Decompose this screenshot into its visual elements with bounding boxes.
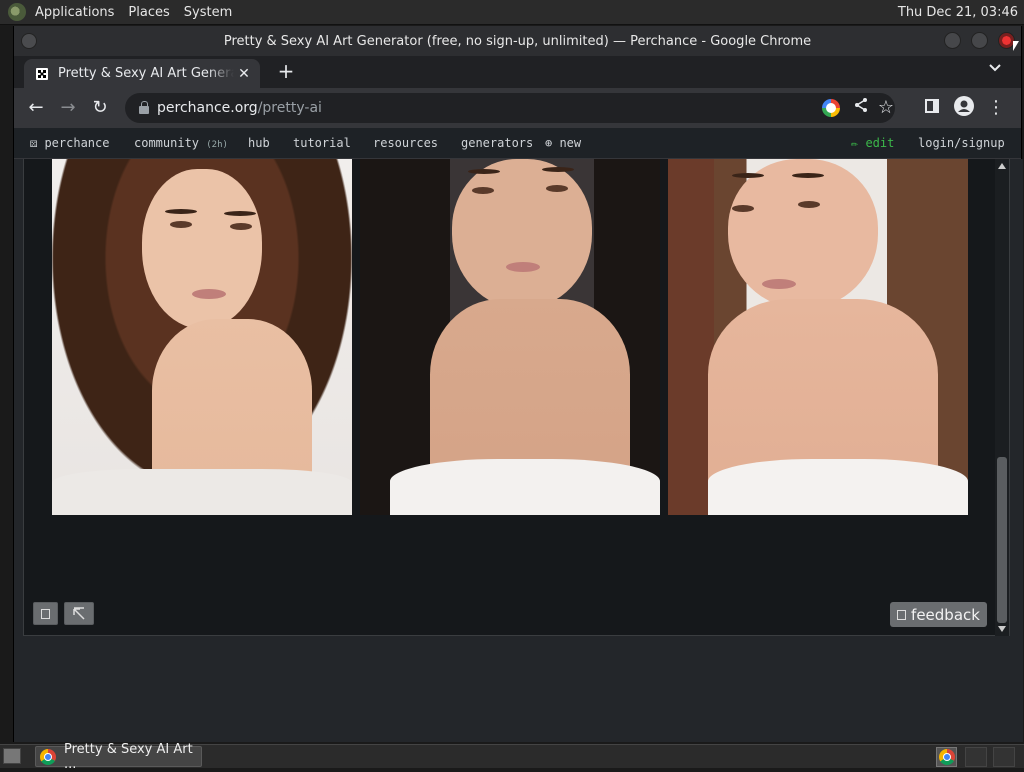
reload-button[interactable]: ↻ xyxy=(88,96,112,120)
bottom-taskbar: Pretty & Sexy AI Art ... xyxy=(0,742,1024,772)
window-menu-button[interactable] xyxy=(21,33,37,49)
google-lens-icon[interactable] xyxy=(822,99,840,117)
back-button[interactable]: ← xyxy=(24,96,48,120)
browser-toolbar: ← → ↻ perchance.org/pretty-ai ☆ ⋮ xyxy=(14,88,1021,128)
maximize-button[interactable] xyxy=(971,32,988,49)
tab-title: Pretty & Sexy AI Art Generator (free, no… xyxy=(58,66,234,81)
tab-close-icon[interactable]: ✕ xyxy=(234,66,254,82)
chrome-tray-glyph-icon xyxy=(938,749,955,765)
forward-button[interactable]: → xyxy=(56,96,80,120)
bookmark-star-icon[interactable]: ☆ xyxy=(874,96,898,120)
generated-image-3[interactable] xyxy=(668,159,968,515)
chrome-icon xyxy=(40,748,56,765)
tray-chrome-icon[interactable] xyxy=(936,747,957,767)
side-panel-icon[interactable] xyxy=(920,96,944,120)
url-path: /pretty-ai xyxy=(257,100,322,116)
share-glyph-icon xyxy=(855,98,867,112)
chrome-menu-button[interactable]: ⋮ xyxy=(984,96,1008,120)
page-content: feedback xyxy=(14,159,1023,742)
plus-circle-icon: ⊕ xyxy=(545,136,560,150)
nav-perchance-home[interactable]: ⚄ perchance xyxy=(30,136,109,150)
perchance-favicon-icon xyxy=(36,67,48,80)
scroll-up-icon[interactable] xyxy=(998,163,1006,169)
chevron-down-icon xyxy=(989,64,1001,72)
places-menu[interactable]: Places xyxy=(121,0,176,25)
frame-scrollbar[interactable] xyxy=(995,159,1009,636)
fullscreen-button[interactable] xyxy=(33,602,58,625)
system-menu[interactable]: System xyxy=(177,0,239,25)
site-nav: ⚄ perchance community (2h) hub tutorial … xyxy=(14,128,1021,158)
nav-community[interactable]: community (2h) xyxy=(134,136,228,150)
window-titlebar[interactable]: Pretty & Sexy AI Art Generator (free, no… xyxy=(14,26,1021,56)
taskbar-chrome-window[interactable]: Pretty & Sexy AI Art ... xyxy=(35,742,202,772)
collapse-button[interactable] xyxy=(64,602,94,625)
scrollbar-thumb[interactable] xyxy=(997,457,1007,623)
minimize-button[interactable] xyxy=(944,32,961,49)
perchance-logo-icon: ⚄ xyxy=(30,136,45,150)
nav-hub[interactable]: hub xyxy=(248,136,270,150)
profile-icon[interactable] xyxy=(952,96,976,120)
tab-strip: Pretty & Sexy AI Art Generator (free, no… xyxy=(14,56,1021,88)
generator-frame: feedback xyxy=(23,159,1010,636)
tab-search-button[interactable] xyxy=(989,61,1001,76)
scroll-down-icon[interactable] xyxy=(998,626,1006,632)
nav-new[interactable]: ⊕ new xyxy=(545,136,581,150)
address-bar[interactable]: perchance.org/pretty-ai ☆ xyxy=(125,93,895,123)
url-host: perchance.org xyxy=(157,100,258,116)
nav-tutorial[interactable]: tutorial xyxy=(293,136,351,150)
show-desktop-icon[interactable] xyxy=(3,748,21,764)
share-icon[interactable] xyxy=(849,96,873,120)
nav-resources[interactable]: resources xyxy=(373,136,438,150)
mouse-cursor-icon xyxy=(1013,41,1019,51)
avatar-icon xyxy=(954,96,974,116)
distro-logo-icon[interactable] xyxy=(8,3,26,21)
window-title: Pretty & Sexy AI Art Generator (free, no… xyxy=(223,33,812,49)
feedback-button[interactable]: feedback xyxy=(890,602,987,627)
nav-edit[interactable]: ✏ edit xyxy=(851,136,894,150)
browser-window: Pretty & Sexy AI Art Generator (free, no… xyxy=(13,26,1023,742)
workspace-2[interactable] xyxy=(993,747,1015,767)
nav-login[interactable]: login/signup xyxy=(918,136,1005,150)
square-icon xyxy=(41,609,50,619)
generated-image-2[interactable] xyxy=(360,159,660,515)
nav-generators[interactable]: generators xyxy=(461,136,533,150)
top-panel: Applications Places System Thu Dec 21, 0… xyxy=(0,0,1024,25)
workspace-1[interactable] xyxy=(965,747,987,767)
feedback-icon xyxy=(897,609,907,620)
community-badge: (2h) xyxy=(206,140,228,150)
side-panel-glyph-icon xyxy=(925,99,939,113)
tab-active[interactable]: Pretty & Sexy AI Art Generator (free, no… xyxy=(24,59,260,88)
lock-icon[interactable] xyxy=(139,101,149,114)
panel-clock[interactable]: Thu Dec 21, 03:46 xyxy=(898,5,1024,20)
applications-menu[interactable]: Applications xyxy=(28,0,121,25)
generated-image-1[interactable] xyxy=(52,159,352,515)
arrow-up-left-icon xyxy=(73,607,85,620)
new-tab-button[interactable]: + xyxy=(276,60,296,82)
